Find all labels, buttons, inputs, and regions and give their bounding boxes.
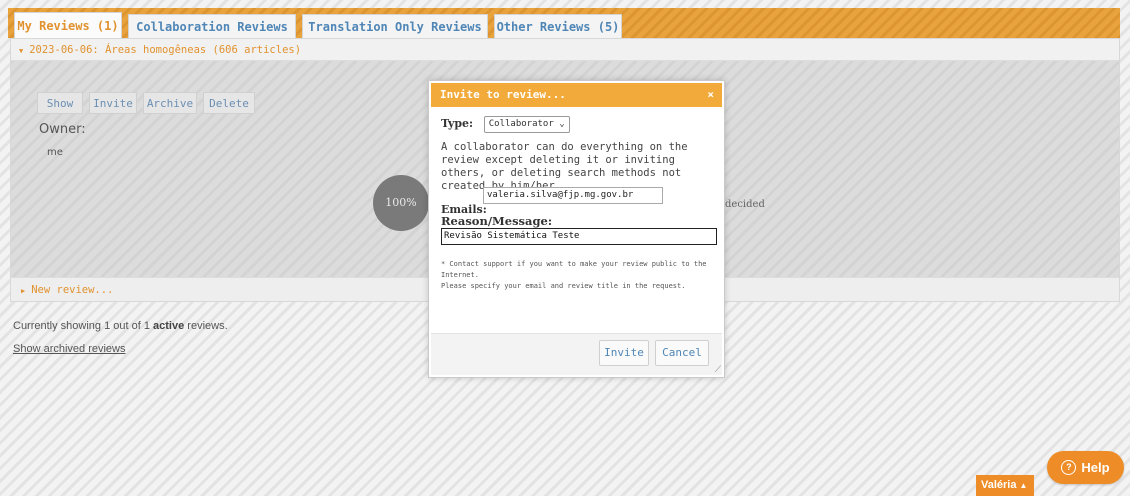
- help-button[interactable]: ? Help: [1047, 451, 1124, 484]
- review-title: 2023-06-06: Áreas homogêneas (606 articl…: [29, 44, 302, 56]
- dialog-header: Invite to review... ×: [431, 83, 722, 107]
- reason-input[interactable]: Revisão Sistemática Teste: [441, 228, 717, 245]
- invite-confirm-button[interactable]: Invite: [599, 340, 649, 366]
- tab-other-reviews[interactable]: Other Reviews (5): [494, 14, 622, 38]
- emails-input[interactable]: valeria.silva@fjp.mg.gov.br: [483, 187, 663, 204]
- reason-label: Reason/Message:: [441, 214, 553, 228]
- resize-grip-icon[interactable]: ⟋: [715, 365, 721, 375]
- tab-bar: My Reviews (1) Collaboration Reviews (0)…: [8, 8, 1120, 58]
- show-archived-link[interactable]: Show archived reviews: [13, 343, 126, 355]
- dialog-body: Type: Collaborator ⌄ A collaborator can …: [441, 115, 717, 290]
- cancel-button[interactable]: Cancel: [655, 340, 709, 366]
- status-bold: active: [153, 320, 185, 332]
- invite-dialog: Invite to review... × Type: Collaborator…: [428, 80, 725, 378]
- tab-my-reviews[interactable]: My Reviews (1): [14, 12, 122, 38]
- review-header[interactable]: ▼ 2023-06-06: Áreas homogêneas (606 artic…: [11, 39, 1119, 61]
- close-icon[interactable]: ×: [707, 83, 714, 107]
- chevron-down-icon: ⌄: [559, 118, 565, 129]
- decided-label: decided: [725, 199, 765, 210]
- tab-translation-only-reviews[interactable]: Translation Only Reviews (0): [302, 14, 488, 58]
- owner-label: Owner:: [39, 122, 86, 137]
- type-description: A collaborator can do everything on the …: [441, 141, 688, 192]
- invite-button[interactable]: Invite: [89, 92, 137, 114]
- new-review-link[interactable]: New review...: [31, 284, 113, 296]
- owner-value: me: [47, 147, 63, 158]
- question-icon: ?: [1061, 460, 1077, 476]
- dialog-title: Invite to review...: [440, 88, 566, 101]
- delete-button[interactable]: Delete: [203, 92, 255, 114]
- tab-collaboration-reviews[interactable]: Collaboration Reviews (0): [128, 14, 296, 58]
- progress-circle: 100%: [373, 175, 429, 231]
- triangle-down-icon: ▼: [19, 47, 24, 55]
- support-note: * Contact support if you want to make yo…: [441, 260, 707, 290]
- show-button[interactable]: Show: [37, 92, 83, 114]
- type-select[interactable]: Collaborator ⌄: [483, 115, 570, 133]
- status-text: Currently showing 1 out of 1 active revi…: [13, 320, 228, 332]
- type-label: Type:: [441, 117, 474, 130]
- user-menu[interactable]: Valéria ▲: [976, 475, 1034, 496]
- caret-up-icon: ▲: [1019, 481, 1028, 490]
- triangle-right-icon: ▶: [21, 287, 26, 295]
- archive-button[interactable]: Archive: [143, 92, 197, 114]
